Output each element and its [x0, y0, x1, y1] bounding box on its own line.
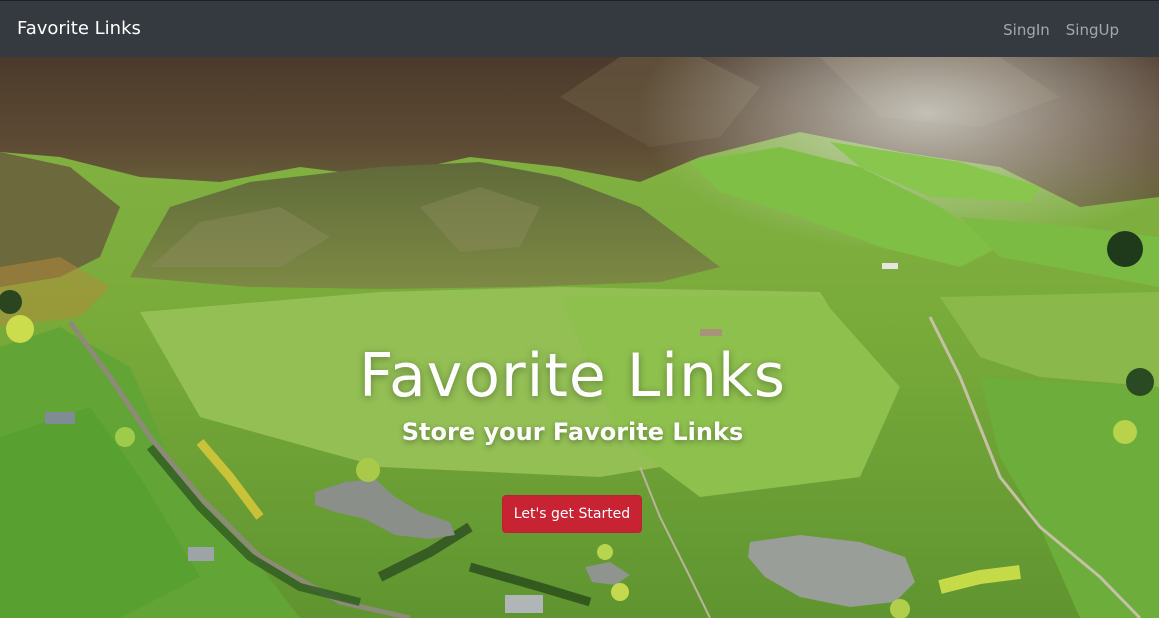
signin-link[interactable]: SingIn [1003, 20, 1050, 40]
signup-link[interactable]: SingUp [1066, 20, 1119, 40]
hero-title: Favorite Links [359, 341, 786, 411]
navbar: Favorite Links SingIn SingUp [0, 0, 1159, 57]
hero-subtitle: Store your Favorite Links [401, 418, 744, 446]
navbar-links: SingIn SingUp [1003, 20, 1119, 40]
hero-section: Favorite Links Store your Favorite Links… [0, 57, 1159, 618]
navbar-brand-link[interactable]: Favorite Links [17, 18, 141, 40]
hero-background-image [0, 57, 1159, 618]
get-started-button[interactable]: Let's get Started [502, 495, 642, 533]
